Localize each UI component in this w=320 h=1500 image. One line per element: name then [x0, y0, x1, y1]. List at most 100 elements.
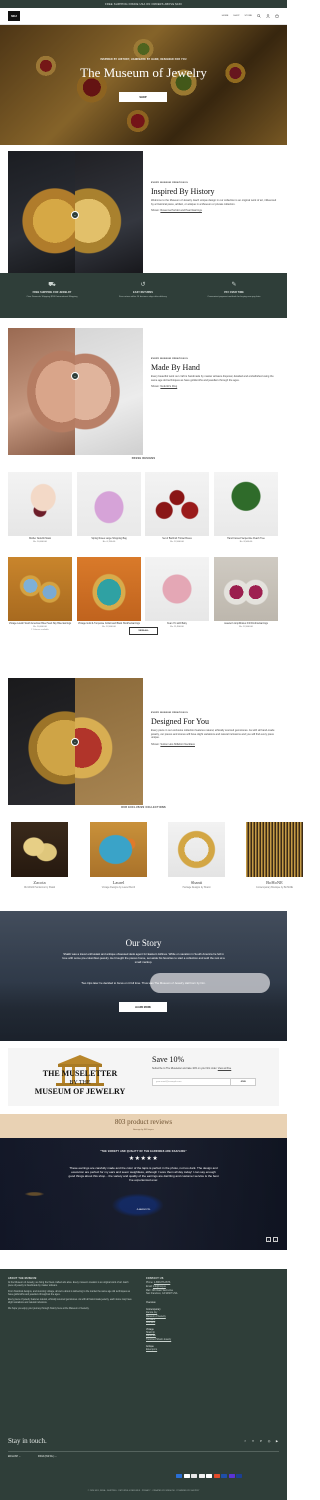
footer-link[interactable]: Museum of Jewelry	[146, 1316, 276, 1318]
product-name[interactable]: Vintage Lavish South American Blue Heart…	[8, 623, 72, 625]
currency-selector[interactable]: INDIA (INR Rs.) ⌄	[38, 1455, 57, 1458]
instagram-icon[interactable]: ◎	[267, 1439, 271, 1443]
product-name[interactable]: Mother Nefertiti Mask	[8, 538, 72, 540]
footer-link[interactable]: Shakti Ip	[146, 1332, 276, 1334]
announcement-text: FREE SHIPPING INSIDE USA ON ORDERS ABOVE…	[105, 2, 182, 6]
next-review-icon[interactable]: ›	[273, 1237, 278, 1242]
antique-heading: Antique	[146, 1345, 154, 1348]
creation-shown: Shown: Ravenna Peridot and Pearl Earring…	[151, 209, 279, 212]
join-button[interactable]: JOIN	[230, 1078, 256, 1086]
product-name[interactable]: Kuan Yin with Baby	[145, 623, 209, 625]
review-author: -Lauren G.	[136, 1207, 151, 1211]
review-slide: "THE VARIETY AND QUALITY OF THE EARRINGS…	[0, 1138, 287, 1250]
logo-line-2: BY THE	[69, 1080, 91, 1086]
about-paragraph: We hope you enjoy your journey through h…	[8, 1307, 90, 1310]
product-image[interactable]	[145, 472, 209, 536]
youtube-icon[interactable]: ▶	[275, 1439, 279, 1443]
view-all-button[interactable]: VIEW ALL	[129, 627, 158, 635]
archive-link[interactable]: View archive	[218, 1067, 232, 1070]
footer-about: ABOUT THE MUSEUM At the Museum of Jewelr…	[8, 1277, 133, 1311]
collection-card[interactable]: Zacota Old World Heirlooms by Shakti	[11, 822, 68, 890]
product-image[interactable]	[8, 557, 72, 621]
footer-link[interactable]: Zacota Joy	[146, 1312, 276, 1314]
account-icon[interactable]	[266, 14, 270, 18]
vintage-heading: Vintage	[146, 1328, 154, 1331]
creation-shown: Shown: Nefertiti's Ring	[151, 385, 279, 388]
pinterest-icon[interactable]: P	[259, 1439, 263, 1443]
creation-text: EVERY MUSEUM CREATION IS Inspired By His…	[151, 182, 279, 212]
mastercard-icon	[213, 1474, 220, 1478]
collection-card[interactable]: Shanti Heritage Designs by Shanti	[168, 822, 225, 890]
slider-handle-icon[interactable]: ⇔	[71, 372, 79, 380]
review-count[interactable]: 803 product reviews	[0, 1118, 287, 1126]
product-name[interactable]: Hand Carved Serpentine Peach Tree	[214, 538, 278, 540]
shop-pay-icon	[228, 1474, 235, 1478]
product-name[interactable]: Spring Roses Large Shopping Bag	[77, 538, 141, 540]
nav-home[interactable]: HOME	[222, 15, 229, 17]
collection-card[interactable]: Laurel Vintage Designs by Laurel Burch	[90, 822, 147, 890]
collection-name[interactable]: Shanti	[168, 880, 225, 885]
phone-link[interactable]: 1-888-876-0576	[154, 1282, 170, 1284]
footer-link[interactable]: Laurel Ee	[146, 1335, 276, 1337]
slider-handle-icon[interactable]: ⇔	[71, 211, 79, 219]
product-price: Rs. 10,400.00	[33, 626, 47, 628]
product-name[interactable]: Set of Burkholt Trinket Boxes	[145, 538, 209, 540]
collection-image[interactable]	[246, 822, 303, 877]
before-after-image[interactable]: ⇔	[8, 678, 143, 805]
language-selector[interactable]: ENGLISH ⌄	[8, 1455, 21, 1458]
shown-link[interactable]: Sutton Hoo Millefiori Necklace	[160, 743, 195, 746]
learn-more-button[interactable]: LEARN MORE	[119, 1002, 167, 1012]
product-image[interactable]	[77, 472, 141, 536]
product-card[interactable]: Kuan Yin with Baby Rs. 11,900.00	[145, 557, 209, 628]
product-name[interactable]: Vintage Gold & Turquoise Cobalt and Blac…	[77, 623, 141, 625]
product-variants: 2 Colours available	[31, 628, 49, 631]
feature-desc: Free return within 14 business days afte…	[119, 295, 167, 298]
before-after-image[interactable]: ⇔	[8, 151, 143, 278]
slider-handle-icon[interactable]: ⇔	[71, 738, 79, 746]
twitter-icon[interactable]: ✦	[251, 1439, 255, 1443]
collection-image[interactable]	[90, 822, 147, 877]
about-paragraph: Every piece of jewelry features natural,…	[8, 1299, 132, 1305]
image-before	[8, 328, 75, 455]
product-card[interactable]: Vintage Lavish South American Blue Heart…	[8, 557, 72, 631]
shown-link[interactable]: Nefertiti's Ring	[160, 385, 177, 388]
footer-link[interactable]: Tricorned Shanti Jewelry	[146, 1339, 276, 1341]
collection-name[interactable]: Zacota	[11, 880, 68, 885]
product-image[interactable]	[214, 557, 278, 621]
search-icon[interactable]	[257, 14, 261, 18]
collection-image[interactable]	[168, 822, 225, 877]
site-logo[interactable]: MOJ	[8, 11, 20, 21]
collection-image[interactable]	[11, 822, 68, 877]
product-card[interactable]: Hand Carved Serpentine Peach Tree Rs. 8,…	[214, 472, 278, 543]
collection-card[interactable]: BoHoNE Contemporary Boutique by BoHoNE	[246, 822, 303, 890]
shown-label: Shown:	[151, 743, 160, 747]
product-image[interactable]	[214, 472, 278, 536]
product-card[interactable]: Vintage Gold & Turquoise Cobalt and Blac…	[77, 557, 141, 628]
collection-name[interactable]: BoHoNE	[246, 880, 303, 885]
nav-shop[interactable]: SHOP	[233, 15, 239, 17]
hero-shop-button[interactable]: SHOP	[119, 92, 167, 102]
email-link[interactable]: info@moj.us	[153, 1286, 166, 1288]
product-card[interactable]: Mother Nefertiti Mask Rs. 10,400.00	[8, 472, 72, 543]
footer-link[interactable]: Kounters	[146, 1322, 276, 1324]
product-card[interactable]: Set of Burkholt Trinket Boxes Rs. 12,400…	[145, 472, 209, 543]
collection-name[interactable]: Laurel	[90, 880, 147, 885]
product-image[interactable]	[145, 557, 209, 621]
facebook-icon[interactable]: f	[243, 1439, 247, 1443]
before-after-image[interactable]: ⇔	[8, 328, 143, 455]
product-card[interactable]: Jeweler's Amphibious Frill Fimbria Earri…	[214, 557, 278, 628]
product-card[interactable]: Spring Roses Large Shopping Bag Rs. 6,70…	[77, 472, 141, 543]
prev-review-icon[interactable]: ‹	[266, 1237, 271, 1242]
site-header: MOJ HOME SHOP STORE	[0, 8, 287, 25]
overview-label[interactable]: Overview	[146, 1302, 276, 1304]
newsletter-section: THE MUSELETTER BY THE MUSEUM OF JEWELRY …	[8, 1048, 279, 1106]
cart-icon[interactable]	[275, 14, 279, 18]
nav-store[interactable]: STORE	[245, 15, 253, 17]
product-name[interactable]: Jeweler's Amphibious Frill Fimbria Earri…	[214, 623, 278, 625]
footer-link[interactable]: Cerviano	[146, 1319, 276, 1321]
product-image[interactable]	[8, 472, 72, 536]
shown-link[interactable]: Ravenna Peridot and Pearl Earrings	[160, 209, 202, 212]
diners-icon	[191, 1474, 197, 1478]
footer-link[interactable]: Estemporo	[146, 1349, 276, 1351]
product-image[interactable]	[77, 557, 141, 621]
